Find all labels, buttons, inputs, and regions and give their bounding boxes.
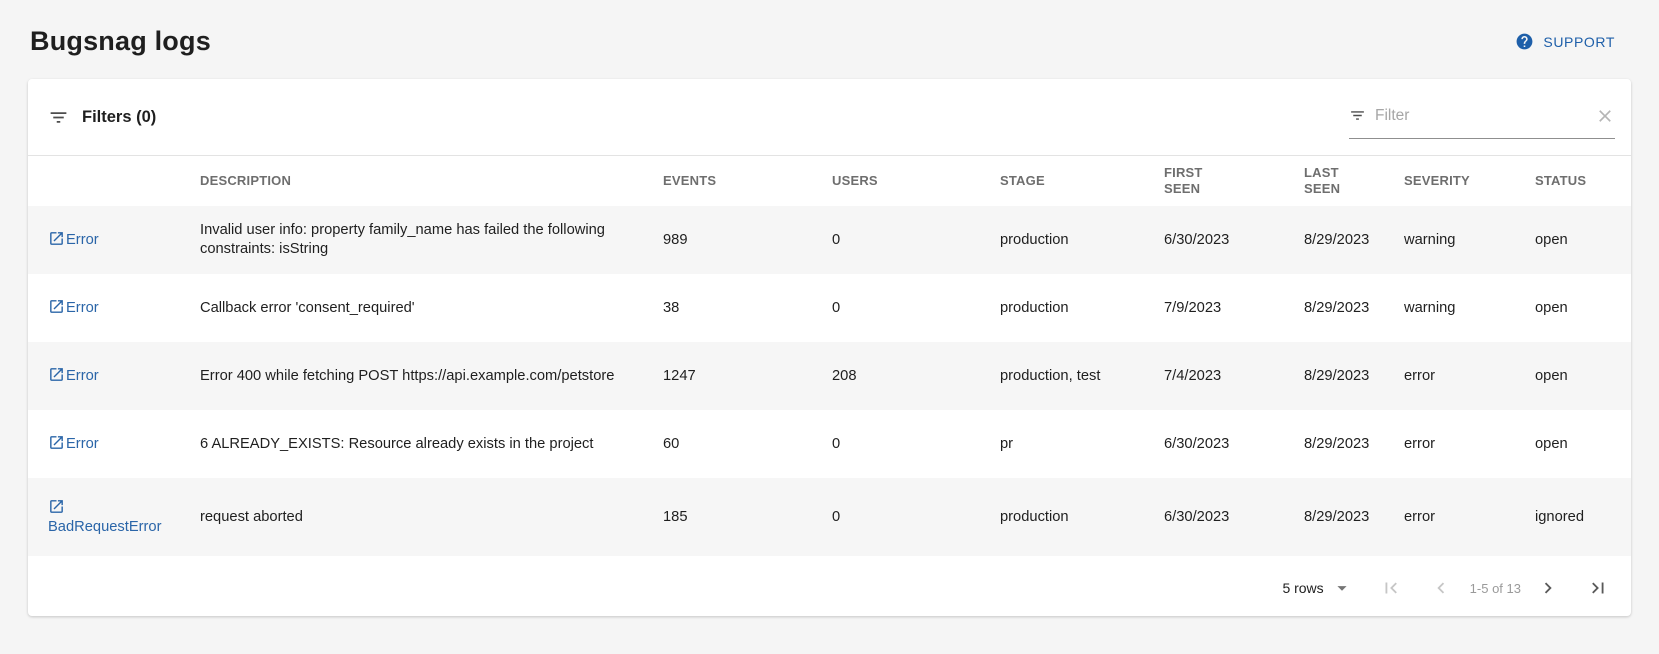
filter-input-icon <box>1349 107 1366 124</box>
support-label: SUPPORT <box>1543 34 1615 50</box>
rows-per-page-label: 5 rows <box>1282 580 1323 596</box>
clear-filter-icon[interactable] <box>1595 106 1615 126</box>
error-link-cell: BadRequestError <box>28 478 200 556</box>
filter-input-container <box>1349 95 1615 139</box>
severity-cell: error <box>1404 410 1535 478</box>
stage-cell: production <box>1000 478 1164 556</box>
column-header-first-seen: FIRST SEEN <box>1164 156 1304 206</box>
status-cell: open <box>1535 206 1631 274</box>
first-seen-cell: 6/30/2023 <box>1164 206 1304 274</box>
error-link[interactable]: Error <box>48 368 99 384</box>
users-cell: 0 <box>832 206 1000 274</box>
table-row: Error Error 400 while fetching POST http… <box>28 342 1631 410</box>
rows-per-page-select[interactable]: 5 rows <box>1282 577 1352 599</box>
error-link-cell: Error <box>28 342 200 410</box>
logs-table: DESCRIPTION EVENTS USERS STAGE FIRST SEE… <box>28 156 1631 556</box>
events-cell: 38 <box>663 274 832 342</box>
events-cell: 1247 <box>663 342 832 410</box>
page-title: Bugsnag logs <box>30 26 211 57</box>
description-cell: Invalid user info: property family_name … <box>200 206 663 274</box>
filter-bar: Filters (0) <box>28 79 1631 156</box>
open-in-new-icon <box>48 298 65 315</box>
error-link-cell: Error <box>28 274 200 342</box>
error-link[interactable]: Error <box>48 300 99 316</box>
last-seen-cell: 8/29/2023 <box>1304 206 1404 274</box>
table-row: Error Callback error 'consent_required' … <box>28 274 1631 342</box>
table-row: BadRequestError request aborted 185 0 pr… <box>28 478 1631 556</box>
filter-input[interactable] <box>1375 107 1589 125</box>
first-seen-cell: 6/30/2023 <box>1164 410 1304 478</box>
last-seen-cell: 8/29/2023 <box>1304 274 1404 342</box>
column-header-status: STATUS <box>1535 156 1631 206</box>
status-cell: ignored <box>1535 478 1631 556</box>
pagination-bar: 5 rows 1-5 of 13 <box>28 560 1631 616</box>
next-page-icon[interactable] <box>1537 577 1559 599</box>
first-seen-cell: 7/4/2023 <box>1164 342 1304 410</box>
first-seen-cell: 6/30/2023 <box>1164 478 1304 556</box>
stage-cell: production, test <box>1000 342 1164 410</box>
error-link[interactable]: Error <box>48 232 99 248</box>
last-seen-cell: 8/29/2023 <box>1304 478 1404 556</box>
column-header-severity: SEVERITY <box>1404 156 1535 206</box>
first-page-icon[interactable] <box>1380 577 1402 599</box>
topbar: Bugsnag logs SUPPORT <box>0 0 1659 57</box>
column-header-last-seen: LAST SEEN <box>1304 156 1404 206</box>
column-header-users: USERS <box>832 156 1000 206</box>
error-link[interactable]: BadRequestError <box>48 500 161 535</box>
error-link-cell: Error <box>28 206 200 274</box>
open-in-new-icon <box>48 230 65 247</box>
page-range-label: 1-5 of 13 <box>1470 581 1521 596</box>
table-row: Error Invalid user info: property family… <box>28 206 1631 274</box>
description-cell: Callback error 'consent_required' <box>200 274 663 342</box>
description-cell: request aborted <box>200 478 663 556</box>
events-cell: 60 <box>663 410 832 478</box>
status-cell: open <box>1535 274 1631 342</box>
table-header-row: DESCRIPTION EVENTS USERS STAGE FIRST SEE… <box>28 156 1631 206</box>
last-seen-cell: 8/29/2023 <box>1304 410 1404 478</box>
column-header-stage: STAGE <box>1000 156 1164 206</box>
open-in-new-icon <box>48 366 65 383</box>
filters-label: Filters (0) <box>82 108 156 127</box>
severity-cell: warning <box>1404 274 1535 342</box>
first-seen-cell: 7/9/2023 <box>1164 274 1304 342</box>
stage-cell: production <box>1000 274 1164 342</box>
severity-cell: error <box>1404 342 1535 410</box>
open-in-new-icon <box>48 498 65 515</box>
column-header-events: EVENTS <box>663 156 832 206</box>
users-cell: 0 <box>832 274 1000 342</box>
support-link[interactable]: SUPPORT <box>1515 32 1615 51</box>
severity-cell: error <box>1404 478 1535 556</box>
filter-list-icon <box>48 107 69 128</box>
users-cell: 0 <box>832 478 1000 556</box>
column-header-link <box>28 156 200 206</box>
caret-down-icon <box>1331 577 1353 599</box>
stage-cell: pr <box>1000 410 1164 478</box>
column-header-description: DESCRIPTION <box>200 156 663 206</box>
description-cell: 6 ALREADY_EXISTS: Resource already exist… <box>200 410 663 478</box>
table-row: Error 6 ALREADY_EXISTS: Resource already… <box>28 410 1631 478</box>
description-cell: Error 400 while fetching POST https://ap… <box>200 342 663 410</box>
previous-page-icon[interactable] <box>1430 577 1452 599</box>
events-cell: 989 <box>663 206 832 274</box>
users-cell: 0 <box>832 410 1000 478</box>
events-cell: 185 <box>663 478 832 556</box>
help-icon <box>1515 32 1534 51</box>
stage-cell: production <box>1000 206 1164 274</box>
status-cell: open <box>1535 342 1631 410</box>
users-cell: 208 <box>832 342 1000 410</box>
error-link-cell: Error <box>28 410 200 478</box>
error-link[interactable]: Error <box>48 436 99 452</box>
severity-cell: warning <box>1404 206 1535 274</box>
last-page-icon[interactable] <box>1587 577 1609 599</box>
open-in-new-icon <box>48 434 65 451</box>
last-seen-cell: 8/29/2023 <box>1304 342 1404 410</box>
logs-card: Filters (0) DESCRIPTION EVENTS USERS STA… <box>28 79 1631 616</box>
status-cell: open <box>1535 410 1631 478</box>
table-body: Error Invalid user info: property family… <box>28 206 1631 556</box>
